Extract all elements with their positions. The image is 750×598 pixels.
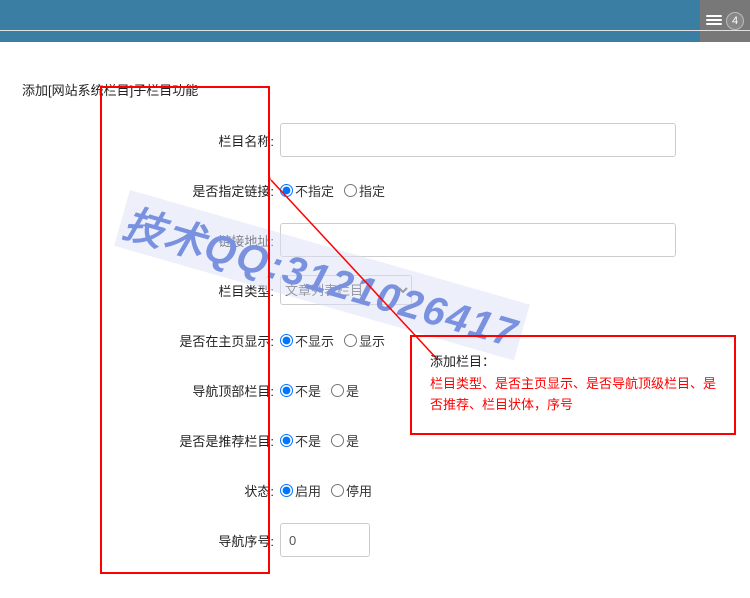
label-order: 导航序号: xyxy=(22,531,280,550)
row-order: 导航序号: xyxy=(22,515,750,565)
radio-home-yes[interactable] xyxy=(344,334,357,347)
row-link-url: 链接地址: xyxy=(22,215,750,265)
label-nav-top: 导航顶部栏目: xyxy=(22,381,280,400)
radio-recommend-yes[interactable] xyxy=(331,434,344,447)
label-type: 栏目类型: xyxy=(22,281,280,300)
radio-link-nospec[interactable] xyxy=(280,184,293,197)
menu-icon xyxy=(706,15,722,27)
annotation-box-right: 添加栏目： 栏目类型、是否主页显示、是否导航顶级栏目、是否推荐、栏目状体，序号 xyxy=(410,335,736,435)
label-link-spec: 是否指定链接: xyxy=(22,181,280,200)
row-link-spec: 是否指定链接: 不指定 指定 xyxy=(22,165,750,215)
radio-link-spec[interactable] xyxy=(344,184,357,197)
notification-badge[interactable]: 4 xyxy=(700,0,750,42)
label-status: 状态: xyxy=(22,481,280,500)
row-type: 栏目类型: 文章列表栏目 xyxy=(22,265,750,315)
annotation-title: 添加栏目： xyxy=(430,351,716,370)
annotation-text: 栏目类型、是否主页显示、是否导航顶级栏目、是否推荐、栏目状体，序号 xyxy=(430,374,716,416)
content: 添加[网站系统栏目]子栏目功能 栏目名称: 是否指定链接: 不指定 指定 链接地… xyxy=(0,42,750,565)
divider xyxy=(0,30,750,31)
input-name[interactable] xyxy=(280,123,676,157)
label-name: 栏目名称: xyxy=(22,131,280,150)
radio-recommend-no[interactable] xyxy=(280,434,293,447)
select-type[interactable]: 文章列表栏目 xyxy=(280,275,412,305)
radio-nav-top-no[interactable] xyxy=(280,384,293,397)
label-recommend: 是否是推荐栏目: xyxy=(22,431,280,450)
page-title: 添加[网站系统栏目]子栏目功能 xyxy=(22,80,750,99)
row-status: 状态: 启用 停用 xyxy=(22,465,750,515)
row-name: 栏目名称: xyxy=(22,115,750,165)
radio-status-on[interactable] xyxy=(280,484,293,497)
badge-count: 4 xyxy=(726,12,744,30)
input-order[interactable] xyxy=(280,523,370,557)
radio-home-no[interactable] xyxy=(280,334,293,347)
topbar: 4 xyxy=(0,0,750,42)
radio-nav-top-yes[interactable] xyxy=(331,384,344,397)
label-link-url: 链接地址: xyxy=(22,231,280,250)
input-link-url[interactable] xyxy=(280,223,676,257)
radio-status-off[interactable] xyxy=(331,484,344,497)
label-home: 是否在主页显示: xyxy=(22,331,280,350)
